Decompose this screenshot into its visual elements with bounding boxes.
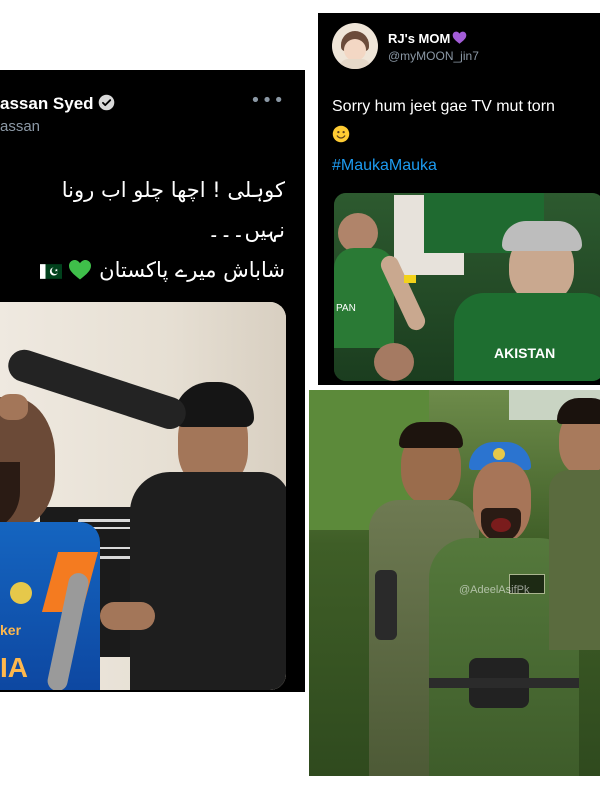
- soldiers-photo[interactable]: @AdeelAsifPk: [309, 390, 600, 776]
- tweet-text-line-2-text: شاباش میرے پاکستان: [99, 258, 285, 282]
- tweet-text-line: Sorry hum jeet gae TV mut torn: [332, 98, 555, 115]
- jersey-text: AKISTAN: [494, 345, 556, 361]
- main-fan-hair: [502, 221, 582, 251]
- left-tweet-card: assan Syed assan ••• کوہلی ! اچھا چلو اب…: [0, 70, 305, 692]
- main-fan-jersey: AKISTAN: [454, 293, 600, 381]
- tweet-photo[interactable]: ker IA: [0, 302, 286, 690]
- tweet-photo[interactable]: AKISTAN PAN: [334, 193, 600, 381]
- author-handle[interactable]: assan: [0, 118, 40, 135]
- more-dots-icon[interactable]: •••: [250, 90, 285, 111]
- tweet-text-line-1: کوہلی ! اچھا چلو اب رونا نہیں۔۔۔: [61, 178, 285, 242]
- open-mouth: [491, 518, 511, 532]
- fan-wristband: [404, 275, 416, 283]
- right-person-hand: [0, 394, 28, 420]
- tweet-author[interactable]: RJ's MOM: [388, 31, 467, 46]
- author-name: assan Syed: [0, 94, 94, 113]
- author-name: RJ's MOM: [388, 31, 451, 46]
- tweet-text-line-2: شاباش میرے پاکستان: [5, 250, 285, 290]
- green-heart-icon: [69, 260, 92, 280]
- right-person-lower-hand: [100, 602, 155, 630]
- hashtag-link[interactable]: #MaukaMauka: [332, 157, 437, 175]
- watermark: @AdeelAsifPk: [459, 584, 530, 596]
- tweet-text: Sorry hum jeet gae TV mut torn: [332, 93, 600, 153]
- tweet-text: کوہلی ! اچھا چلو اب رونا نہیں۔۔۔ شاباش م…: [5, 170, 285, 290]
- right-tweet-card: RJ's MOM @myMOON_jin7 Sorry hum jeet gae…: [318, 13, 600, 385]
- tweet-author[interactable]: assan Syed: [0, 94, 115, 114]
- soldier-left-hair: [399, 422, 463, 448]
- banner-text: PAN: [336, 303, 356, 314]
- avatar[interactable]: [332, 23, 378, 69]
- verified-badge-icon: [98, 94, 114, 111]
- rifle-strap: [375, 570, 397, 640]
- jersey-text: ker: [0, 622, 22, 638]
- soldier-right-uniform: [549, 470, 600, 650]
- pakistan-flag-icon: [39, 264, 62, 279]
- crowd-face-2: [374, 343, 414, 381]
- jersey-text-2: IA: [0, 652, 28, 683]
- crowd-face-1: [338, 213, 378, 253]
- right-person-kurta: [130, 472, 286, 690]
- purple-heart-icon: [453, 31, 467, 44]
- slightly-smiling-face-icon: [332, 125, 350, 143]
- author-handle[interactable]: @myMOON_jin7: [388, 49, 479, 63]
